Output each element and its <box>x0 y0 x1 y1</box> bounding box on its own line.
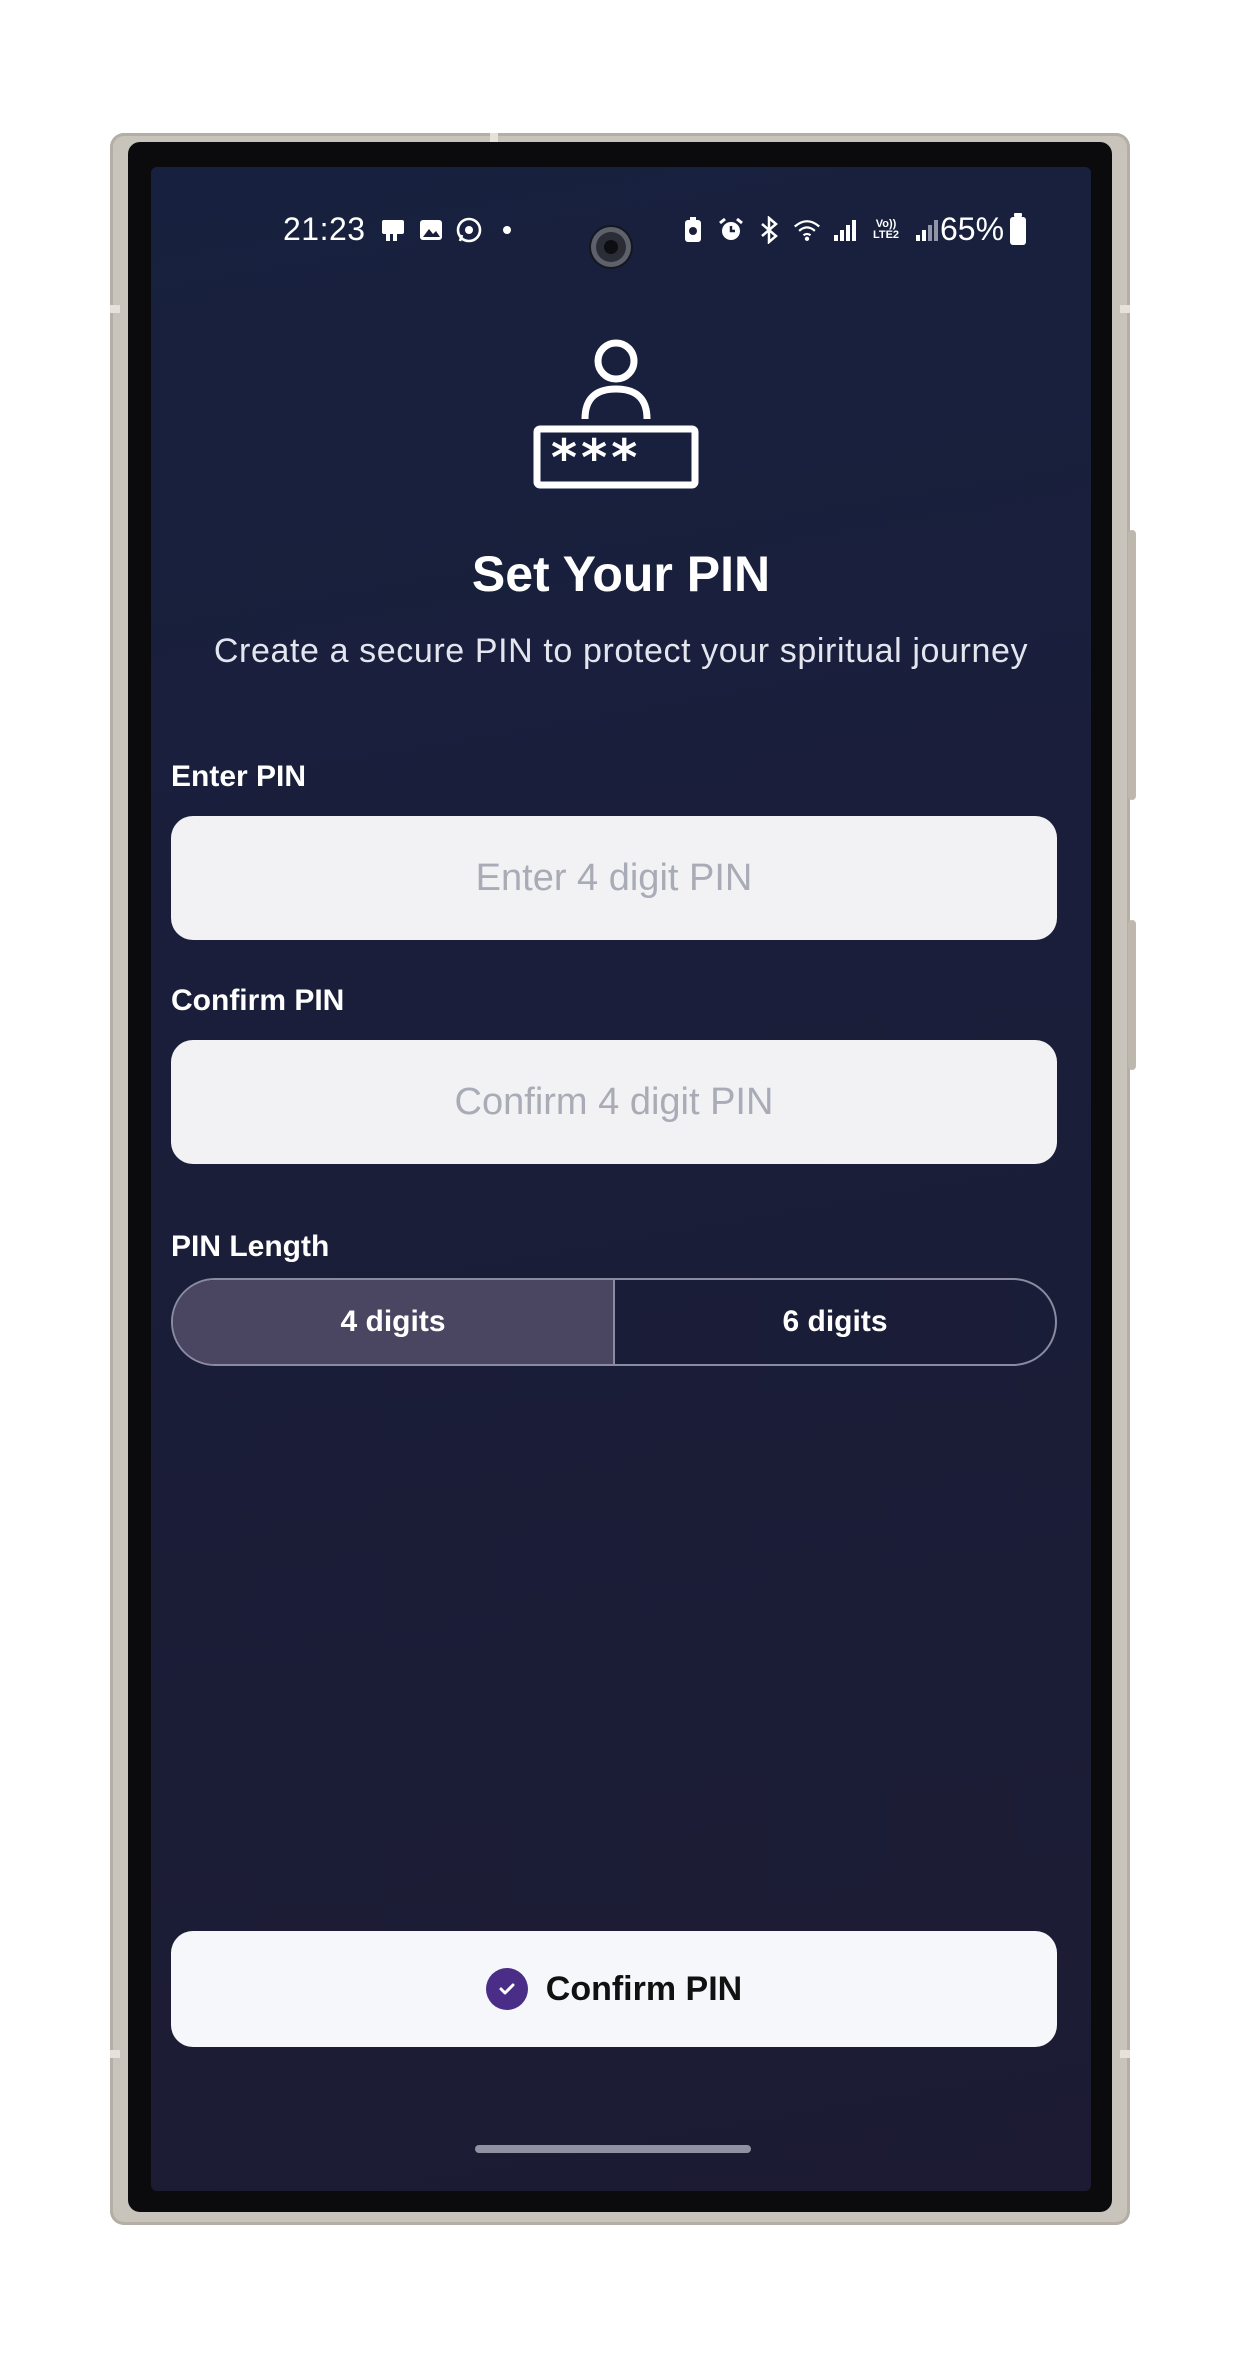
pin-length-4-digits[interactable]: 4 digits <box>173 1280 613 1364</box>
gallery-icon <box>417 215 445 245</box>
dot-icon <box>493 215 521 245</box>
whatsapp-icon <box>455 215 483 245</box>
status-system-icons: Vo)) LTE2 <box>679 215 941 245</box>
pin-length-label: PIN Length <box>171 1230 330 1263</box>
status-time: 21:23 <box>283 211 366 247</box>
app-screen: 21:23 Vo)) LTE2 65% ***_ Set Your PIN Cr… <box>151 167 1091 2191</box>
signal-2-icon <box>913 215 941 245</box>
phone-antenna-band <box>1120 305 1130 313</box>
phone-antenna-band <box>110 2050 120 2058</box>
status-notification-icons <box>379 215 521 245</box>
page-title: Set Your PIN <box>471 546 771 602</box>
enter-pin-input[interactable] <box>171 816 1057 940</box>
phone-antenna-band <box>110 305 120 313</box>
battery-icon <box>1010 213 1026 245</box>
pin-mask-text: ***_ <box>549 429 670 487</box>
confirm-pin-button[interactable]: Confirm PIN <box>171 1931 1057 2047</box>
user-pin-icon: ***_ <box>531 335 701 505</box>
phone-antenna-band <box>1120 2050 1130 2058</box>
battery-saver-icon <box>679 215 707 245</box>
pin-length-6-digits[interactable]: 6 digits <box>613 1280 1055 1364</box>
bluetooth-icon <box>755 215 783 245</box>
enter-pin-label: Enter PIN <box>171 760 307 793</box>
check-circle-icon <box>485 1968 528 2010</box>
volte-lte2-icon: Vo)) LTE2 <box>872 218 900 241</box>
signal-icon <box>831 215 859 245</box>
power-button <box>1128 920 1136 1070</box>
front-camera <box>591 227 631 267</box>
message-icon <box>379 215 407 245</box>
wifi-icon <box>793 215 821 245</box>
confirm-pin-input[interactable] <box>171 1040 1057 1164</box>
battery-percent: 65% <box>940 211 1005 247</box>
status-bar: 21:23 Vo)) LTE2 65% <box>151 207 1091 267</box>
home-indicator[interactable] <box>475 2145 751 2153</box>
volume-button <box>1128 530 1136 800</box>
alarm-icon <box>717 215 745 245</box>
confirm-pin-label-text: Confirm PIN <box>545 1969 743 2008</box>
pin-length-selector: 4 digits 6 digits <box>171 1278 1057 1366</box>
page-subtitle: Create a secure PIN to protect your spir… <box>213 632 1029 670</box>
confirm-pin-label: Confirm PIN <box>171 984 345 1017</box>
